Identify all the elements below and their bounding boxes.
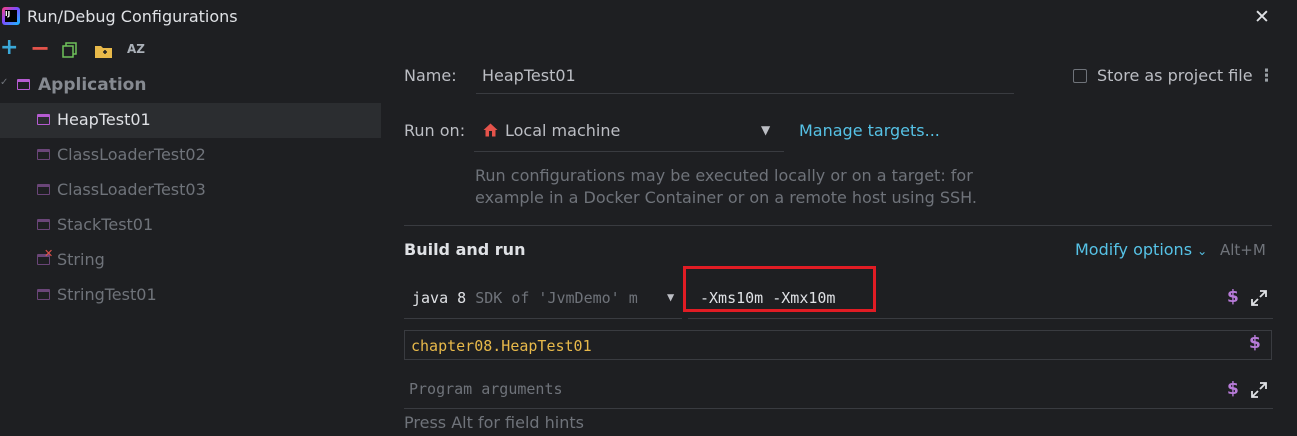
window-title: Run/Debug Configurations: [27, 7, 238, 26]
application-config-icon: [37, 289, 50, 300]
name-value: HeapTest01: [482, 66, 576, 85]
manage-targets-link[interactable]: Manage targets...: [799, 121, 940, 140]
tree-item-label: StringTest01: [57, 285, 157, 304]
tree-group-label: Application: [38, 75, 147, 95]
application-config-icon: [37, 149, 50, 160]
store-as-project-file-checkbox[interactable]: [1073, 69, 1087, 83]
tree-group-application[interactable]: ✓ Application: [0, 68, 381, 103]
build-and-run-heading: Build and run: [404, 240, 526, 259]
tree-item-string[interactable]: ✕ String: [0, 243, 381, 278]
name-input[interactable]: HeapTest01: [476, 60, 1014, 94]
store-as-project-file-label[interactable]: Store as project file: [1097, 66, 1253, 85]
more-options-icon[interactable]: ⋮: [1258, 66, 1275, 86]
tree-item-classloadertest03[interactable]: ClassLoaderTest03: [0, 173, 381, 208]
highlight-annotation-box: [683, 266, 876, 312]
tree-item-stringtest01[interactable]: StringTest01: [0, 278, 381, 313]
application-icon: [17, 79, 30, 90]
chevron-down-icon: ▼: [667, 290, 675, 304]
application-config-icon: [37, 219, 50, 230]
remove-configuration-button[interactable]: −: [30, 34, 50, 62]
add-configuration-button[interactable]: +: [0, 35, 18, 60]
insert-macro-icon[interactable]: $: [1249, 333, 1261, 353]
close-icon[interactable]: ✕: [1254, 6, 1270, 28]
run-on-dropdown[interactable]: Local machine ▼: [474, 113, 784, 152]
jre-detail: SDK of 'JvmDemo' m: [475, 289, 638, 307]
insert-macro-icon[interactable]: $: [1227, 379, 1239, 399]
run-on-label: Run on:: [404, 121, 466, 140]
jre-dropdown[interactable]: java 8 SDK of 'JvmDemo' m ▼: [404, 280, 682, 319]
intellij-logo-icon: IJ: [2, 7, 20, 25]
application-config-icon: [37, 184, 50, 195]
modify-options-shortcut: Alt+M: [1220, 241, 1266, 259]
home-icon: [483, 123, 498, 137]
tree-item-label: HeapTest01: [57, 110, 151, 129]
title-bar: IJ Run/Debug Configurations ✕: [0, 0, 1297, 34]
run-on-value: Local machine: [505, 121, 621, 140]
modify-options-button[interactable]: Modify options ⌄: [1075, 240, 1207, 259]
copy-configuration-icon[interactable]: [62, 42, 78, 58]
chevron-down-icon: ⌄: [1197, 244, 1208, 258]
main-class-input[interactable]: chapter08.HeapTest01: [404, 330, 1272, 360]
chevron-down-icon: ▼: [761, 123, 771, 137]
expand-icon[interactable]: [1251, 290, 1267, 306]
application-config-icon: [37, 114, 50, 125]
divider: [404, 225, 1272, 226]
tree-item-stacktest01[interactable]: StackTest01: [0, 208, 381, 243]
tree-item-label: ClassLoaderTest02: [57, 145, 206, 164]
modify-options-label: Modify options: [1075, 240, 1193, 259]
main-class-value: chapter08.HeapTest01: [411, 337, 592, 355]
run-on-hint: Run configurations may be executed local…: [475, 166, 977, 207]
new-folder-icon[interactable]: [95, 43, 112, 58]
tree-item-label: ClassLoaderTest03: [57, 180, 206, 199]
insert-macro-icon[interactable]: $: [1227, 287, 1239, 307]
program-arguments-placeholder: Program arguments: [409, 380, 563, 398]
name-label: Name:: [404, 66, 457, 85]
tree-item-heaptest01[interactable]: HeapTest01: [0, 103, 381, 138]
field-hints-footer: Press Alt for field hints: [404, 413, 584, 432]
jre-value: java 8: [412, 289, 467, 307]
tree-item-classloadertest02[interactable]: ClassLoaderTest02: [0, 138, 381, 173]
error-icon: ✕: [44, 247, 54, 260]
config-toolbar: + − AZ: [0, 34, 380, 66]
chevron-down-icon: ✓: [0, 77, 9, 88]
expand-icon[interactable]: [1251, 382, 1267, 398]
tree-item-label: StackTest01: [57, 215, 154, 234]
program-arguments-input[interactable]: Program arguments: [404, 372, 1273, 409]
sort-alphabetically-icon[interactable]: AZ: [127, 42, 145, 66]
tree-item-label: String: [57, 250, 105, 269]
